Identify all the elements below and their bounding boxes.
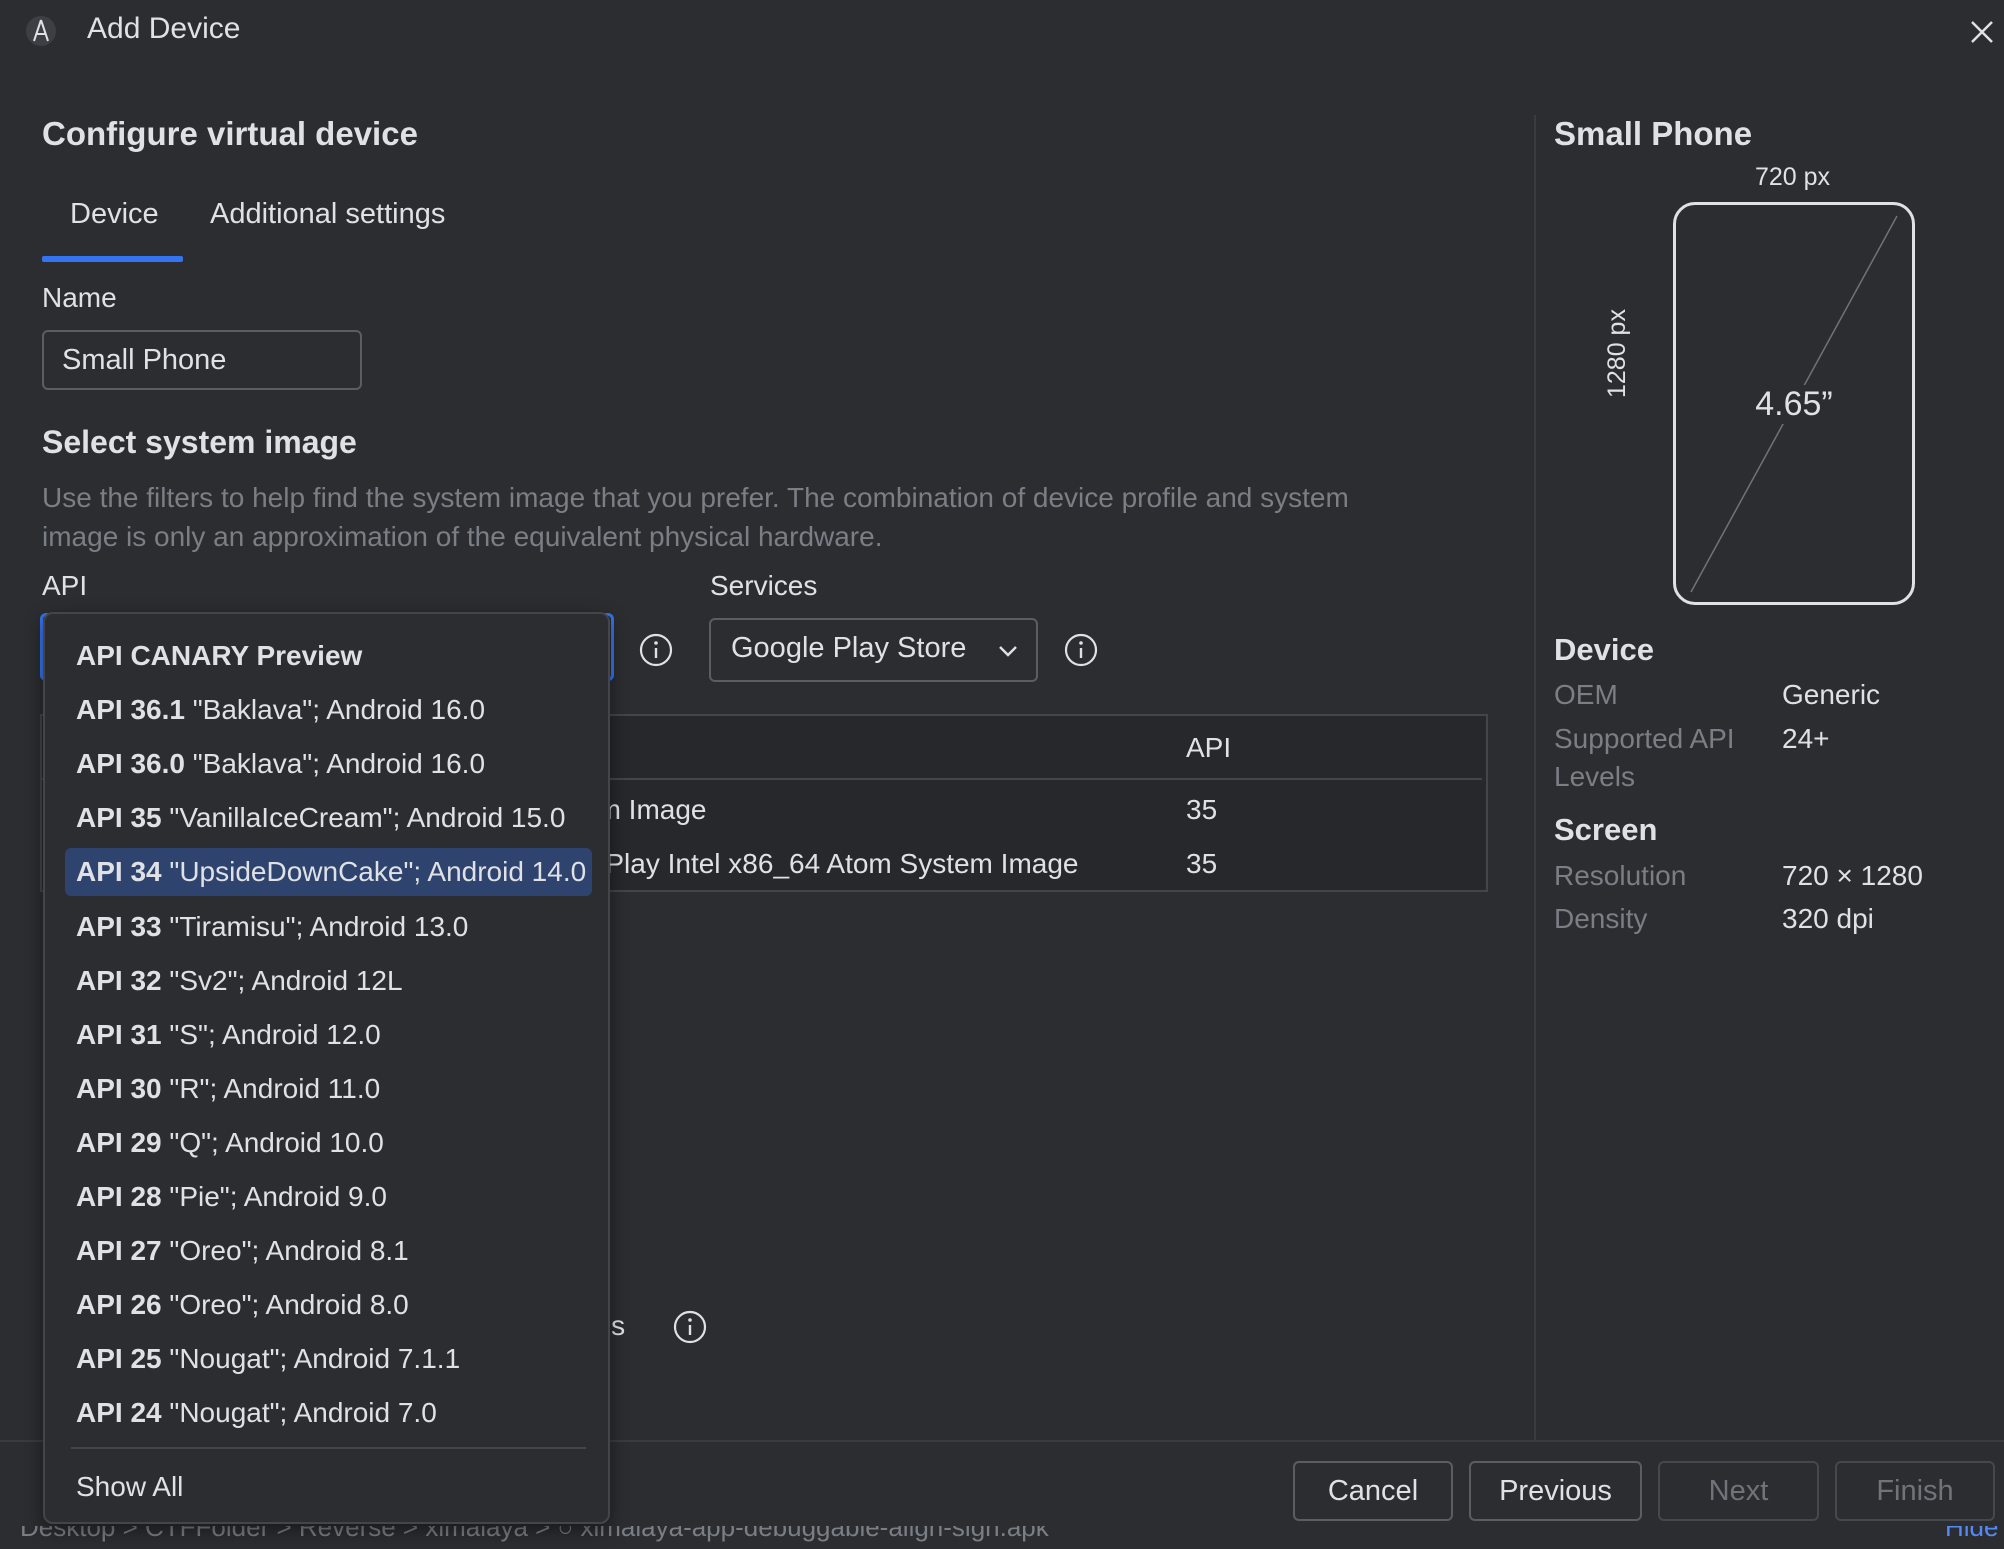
previous-button[interactable]: Previous [1469, 1461, 1642, 1521]
services-label: Services [710, 570, 818, 601]
system-image-description: Use the filters to help find the system … [42, 478, 1442, 556]
density-value: 320 dpi [1782, 903, 1874, 934]
page-title: Configure virtual device [42, 115, 418, 152]
screen-heading: Screen [1554, 812, 1658, 847]
table-cell-api: 35 [1186, 794, 1218, 825]
device-heading: Device [1554, 632, 1654, 667]
api-option-level: API 25 [76, 1343, 162, 1374]
api-option-level: API 36.0 [76, 748, 185, 779]
api-option-description: "Baklava"; Android 16.0 [192, 748, 486, 779]
api-levels-value: 24+ [1782, 723, 1830, 754]
resolution-key: Resolution [1554, 860, 1687, 891]
api-option-level: API 24 [76, 1397, 162, 1428]
api-option-level: API 26 [76, 1289, 162, 1320]
api-option-description: "Oreo"; Android 8.1 [169, 1235, 409, 1266]
api-option-level: API 27 [76, 1235, 162, 1266]
api-option[interactable]: API 30 "R"; Android 11.0 [65, 1065, 592, 1113]
api-option[interactable]: API 36.1 "Baklava"; Android 16.0 [65, 686, 592, 734]
preview-title: Small Phone [1554, 115, 1753, 152]
status-bar: Desktop > CTFFolder > Reverse > ximalaya… [0, 1526, 2004, 1549]
density-key: Density [1554, 903, 1648, 934]
api-option-description: "Tiramisu"; Android 13.0 [169, 911, 469, 942]
window-title: Add Device [87, 12, 241, 45]
show-all-option[interactable]: Show All [65, 1463, 592, 1511]
api-levels-key-line-1: Supported API [1554, 723, 1735, 754]
breadcrumb[interactable]: Desktop > CTFFolder > Reverse > ximalaya… [20, 1526, 1049, 1543]
system-image-title: Select system image [42, 424, 357, 460]
api-option-description: "UpsideDownCake"; Android 14.0 [169, 856, 587, 887]
chevron-down-icon [999, 646, 1017, 657]
api-levels-key-line-2: Levels [1554, 761, 1635, 792]
active-tab-indicator [42, 256, 183, 262]
tab-additional-settings[interactable]: Additional settings [210, 198, 445, 231]
api-dropdown-popup: API CANARY Preview API 36.1 "Baklava"; An… [43, 612, 610, 1524]
oem-key: OEM [1554, 679, 1618, 710]
api-option-description: "Sv2"; Android 12L [169, 965, 403, 996]
api-option-description: "Oreo"; Android 8.0 [169, 1289, 409, 1320]
api-option-description: "Pie"; Android 9.0 [169, 1181, 387, 1212]
api-option[interactable]: API 26 "Oreo"; Android 8.0 [65, 1281, 592, 1329]
api-option-description: "R"; Android 11.0 [169, 1073, 381, 1104]
api-option-level: API 28 [76, 1181, 162, 1212]
panel-divider [1534, 115, 1536, 1440]
api-option-level: API 30 [76, 1073, 162, 1104]
api-option-level: API 32 [76, 965, 162, 996]
tab-device[interactable]: Device [70, 198, 159, 231]
api-option-level: API 33 [76, 911, 162, 942]
finish-button[interactable]: Finish [1835, 1461, 1995, 1521]
api-option[interactable]: API 35 "VanillaIceCream"; Android 15.0 [65, 794, 592, 842]
table-cell-api: 35 [1186, 848, 1218, 879]
api-option[interactable]: API 27 "Oreo"; Android 8.1 [65, 1227, 592, 1275]
api-option[interactable]: API 34 "UpsideDownCake"; Android 14.0 [65, 848, 592, 896]
popup-separator [71, 1447, 586, 1449]
show-all-label: Show All [76, 1471, 184, 1502]
android-studio-icon [26, 16, 56, 46]
description-line-1: Use the filters to help find the system … [42, 482, 1349, 513]
api-option-description: "Nougat"; Android 7.0 [169, 1397, 437, 1428]
api-option[interactable]: API 24 "Nougat"; Android 7.0 [65, 1389, 592, 1437]
api-option-level: API 31 [76, 1019, 162, 1050]
oem-value: Generic [1782, 679, 1881, 710]
api-option[interactable]: API 33 "Tiramisu"; Android 13.0 [65, 903, 592, 951]
api-option-description: "Nougat"; Android 7.1.1 [169, 1343, 461, 1374]
api-option-level: API CANARY Preview [76, 640, 363, 671]
name-label: Name [42, 282, 117, 313]
api-levels-key: Supported API Levels [1554, 720, 1735, 796]
api-option-description: "Baklava"; Android 16.0 [192, 694, 486, 725]
services-info-icon[interactable] [1063, 632, 1099, 668]
height-dimension: 1280 px [1603, 309, 1631, 398]
option-info-icon[interactable] [672, 1309, 708, 1345]
api-option[interactable]: API 32 "Sv2"; Android 12L [65, 957, 592, 1005]
diagonal-size: 4.65” [1738, 385, 1850, 424]
api-option[interactable]: API 31 "S"; Android 12.0 [65, 1011, 592, 1059]
api-option[interactable]: API 36.0 "Baklava"; Android 16.0 [65, 740, 592, 788]
api-option-description: "S"; Android 12.0 [169, 1019, 381, 1050]
width-dimension: 720 px [1755, 163, 1831, 191]
next-button[interactable]: Next [1658, 1461, 1819, 1521]
title-bar: Add Device [0, 0, 2004, 64]
services-value: Google Play Store [731, 632, 967, 664]
api-label: API [42, 570, 88, 601]
resolution-value: 720 × 1280 [1782, 860, 1923, 891]
api-option-level: API 36.1 [76, 694, 185, 725]
api-option-level: API 34 [76, 856, 162, 887]
close-icon[interactable] [1966, 16, 1998, 48]
cancel-button[interactable]: Cancel [1293, 1461, 1453, 1521]
table-cell-name: e Play Intel x86_64 Atom System Image [582, 848, 1079, 879]
api-option-level: API 29 [76, 1127, 162, 1158]
api-option-level: API 35 [76, 802, 162, 833]
services-select[interactable]: Google Play Store [709, 618, 1038, 682]
api-info-icon[interactable] [638, 632, 674, 668]
api-option[interactable]: API 29 "Q"; Android 10.0 [65, 1119, 592, 1167]
api-option[interactable]: API 28 "Pie"; Android 9.0 [65, 1173, 592, 1221]
api-option-description: "VanillaIceCream"; Android 15.0 [169, 802, 566, 833]
api-option[interactable]: API 25 "Nougat"; Android 7.1.1 [65, 1335, 592, 1383]
api-option[interactable]: API CANARY Preview [65, 632, 592, 680]
description-line-2: image is only an approximation of the eq… [42, 521, 883, 552]
column-header-api: API [1186, 732, 1232, 763]
name-input[interactable]: Small Phone [42, 330, 362, 390]
api-option-description: "Q"; Android 10.0 [169, 1127, 384, 1158]
hide-link[interactable]: Hide [1945, 1526, 1998, 1543]
